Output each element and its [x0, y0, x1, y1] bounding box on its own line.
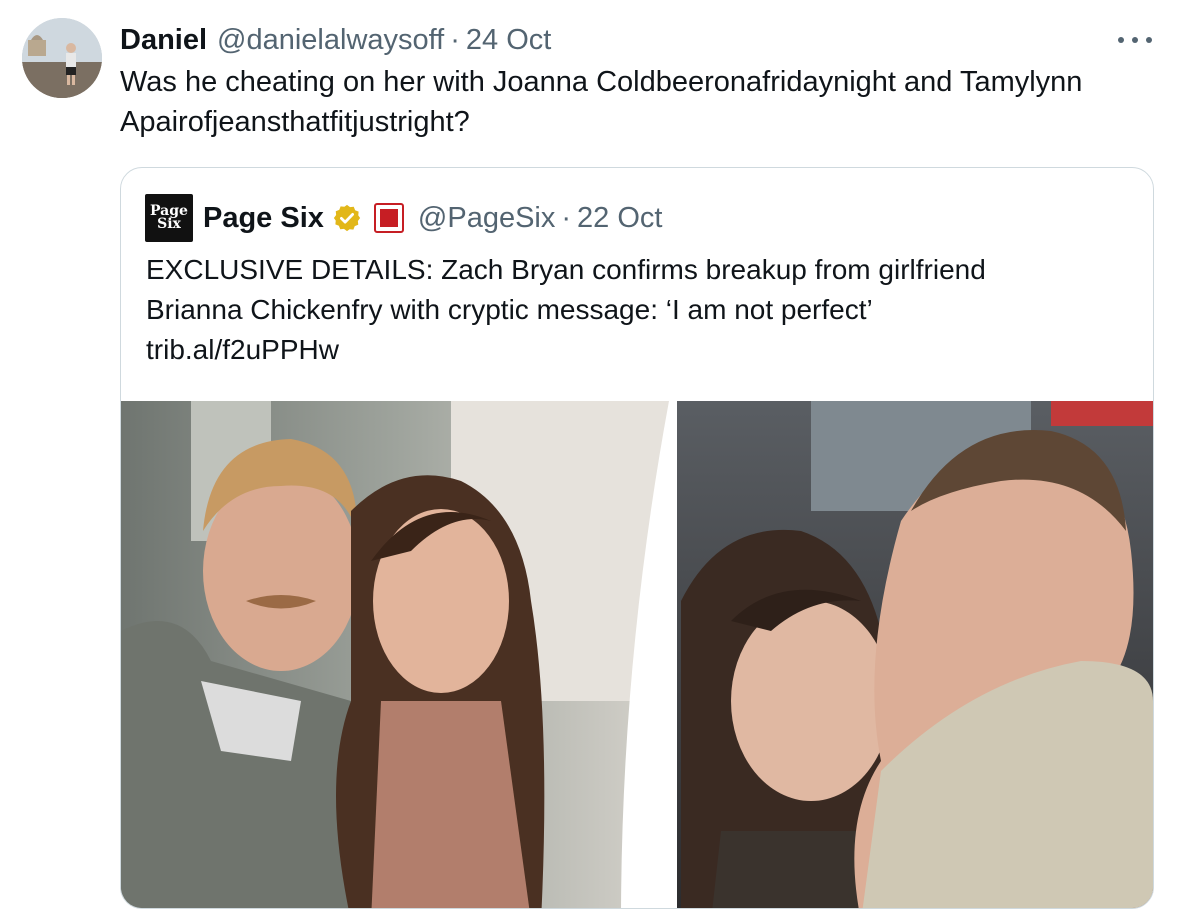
author-handle[interactable]: @danielalwaysoff — [217, 24, 444, 57]
separator-dot: · — [561, 201, 572, 234]
author-avatar[interactable] — [22, 18, 102, 98]
tweet-text: Was he cheating on her with Joanna Coldb… — [120, 66, 1083, 138]
more-options-icon[interactable] — [1118, 26, 1152, 54]
couple-photo-collage — [121, 401, 1153, 908]
author-name[interactable]: Daniel — [120, 24, 207, 57]
more-dot — [1132, 37, 1138, 43]
quoted-author-handle[interactable]: @PageSix — [418, 202, 555, 235]
more-dot — [1118, 37, 1124, 43]
quoted-text-line2: Brianna Chickenfry with cryptic message:… — [146, 294, 873, 325]
separator-dot: · — [450, 23, 460, 56]
page-six-logo[interactable]: Page Six — [145, 194, 193, 242]
quoted-media-image[interactable] — [121, 401, 1153, 908]
tweet-header: Daniel @danielalwaysoff · 24 Oct — [120, 22, 551, 58]
new-york-post-icon[interactable] — [373, 203, 404, 233]
quoted-tweet-card[interactable]: Page Six Page Six @PageSix · 22 Oct EXCL… — [120, 167, 1154, 909]
quoted-tweet-text: EXCLUSIVE DETAILS: Zach Bryan confirms b… — [146, 250, 1126, 370]
quoted-link[interactable]: trib.al/f2uPPHw — [146, 330, 1126, 370]
quoted-author-name[interactable]: Page Six — [203, 202, 324, 235]
verified-gold-icon — [333, 204, 361, 232]
logo-text-line2: Six — [157, 216, 181, 232]
avatar-photo — [22, 18, 102, 98]
quoted-tweet-header: Page Six Page Six @PageSix · 22 Oct — [145, 194, 662, 242]
quoted-timestamp[interactable]: 22 Oct — [577, 202, 662, 235]
more-dot — [1146, 37, 1152, 43]
quoted-text-line1: EXCLUSIVE DETAILS: Zach Bryan confirms b… — [146, 254, 986, 285]
tweet-timestamp[interactable]: 24 Oct — [466, 24, 551, 57]
